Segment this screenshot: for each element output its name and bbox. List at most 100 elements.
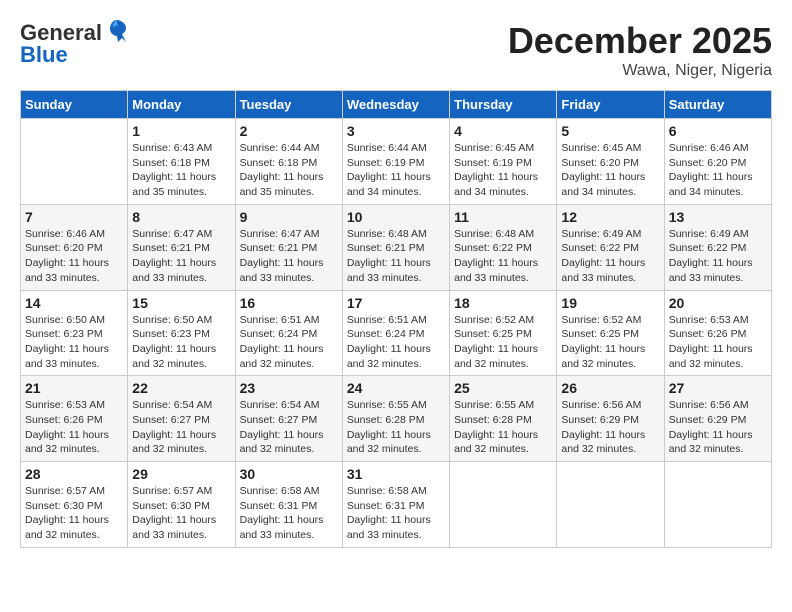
day-number: 21 <box>25 380 123 396</box>
day-sun-info: Sunrise: 6:48 AMSunset: 6:22 PMDaylight:… <box>454 227 552 286</box>
day-sun-info: Sunrise: 6:44 AMSunset: 6:19 PMDaylight:… <box>347 141 445 200</box>
day-sun-info: Sunrise: 6:51 AMSunset: 6:24 PMDaylight:… <box>347 313 445 372</box>
day-number: 14 <box>25 295 123 311</box>
day-number: 12 <box>561 209 659 225</box>
calendar-day-cell: 2 Sunrise: 6:44 AMSunset: 6:18 PMDaylight… <box>235 119 342 205</box>
calendar-week-row: 7 Sunrise: 6:46 AMSunset: 6:20 PMDaylight… <box>21 204 772 290</box>
day-sun-info: Sunrise: 6:54 AMSunset: 6:27 PMDaylight:… <box>240 398 338 457</box>
day-sun-info: Sunrise: 6:45 AMSunset: 6:19 PMDaylight:… <box>454 141 552 200</box>
day-sun-info: Sunrise: 6:49 AMSunset: 6:22 PMDaylight:… <box>669 227 767 286</box>
day-sun-info: Sunrise: 6:57 AMSunset: 6:30 PMDaylight:… <box>25 484 123 543</box>
calendar-day-cell: 30 Sunrise: 6:58 AMSunset: 6:31 PMDayligh… <box>235 462 342 548</box>
day-sun-info: Sunrise: 6:44 AMSunset: 6:18 PMDaylight:… <box>240 141 338 200</box>
month-year-title: December 2025 <box>508 20 772 62</box>
calendar-day-cell: 24Sunrise: 6:55 AMSunset: 6:28 PMDayligh… <box>342 376 449 462</box>
calendar-day-cell: 11Sunrise: 6:48 AMSunset: 6:22 PMDayligh… <box>450 204 557 290</box>
calendar-day-cell <box>450 462 557 548</box>
calendar-day-cell: 29Sunrise: 6:57 AMSunset: 6:30 PMDayligh… <box>128 462 235 548</box>
day-number: 25 <box>454 380 552 396</box>
calendar-day-cell: 23Sunrise: 6:54 AMSunset: 6:27 PMDayligh… <box>235 376 342 462</box>
calendar-day-cell: 3Sunrise: 6:44 AMSunset: 6:19 PMDaylight… <box>342 119 449 205</box>
calendar-day-cell: 28 Sunrise: 6:57 AMSunset: 6:30 PMDayligh… <box>21 462 128 548</box>
day-number: 22 <box>132 380 230 396</box>
calendar-day-cell: 19Sunrise: 6:52 AMSunset: 6:25 PMDayligh… <box>557 290 664 376</box>
logo-text: General Blue <box>20 20 130 68</box>
day-number: 28 <box>25 466 123 482</box>
day-number: 8 <box>132 209 230 225</box>
calendar-week-row: 1 Sunrise: 6:43 AMSunset: 6:18 PMDaylight… <box>21 119 772 205</box>
calendar-day-cell: 26 Sunrise: 6:56 AMSunset: 6:29 PMDayligh… <box>557 376 664 462</box>
day-sun-info: Sunrise: 6:55 AMSunset: 6:28 PMDaylight:… <box>454 398 552 457</box>
day-number: 7 <box>25 209 123 225</box>
calendar-day-cell: 4 Sunrise: 6:45 AMSunset: 6:19 PMDaylight… <box>450 119 557 205</box>
day-sun-info: Sunrise: 6:47 AMSunset: 6:21 PMDaylight:… <box>132 227 230 286</box>
location-subtitle: Wawa, Niger, Nigeria <box>508 62 772 80</box>
day-number: 1 <box>132 123 230 139</box>
calendar-day-cell: 27 Sunrise: 6:56 AMSunset: 6:29 PMDayligh… <box>664 376 771 462</box>
title-block: December 2025 Wawa, Niger, Nigeria <box>508 20 772 80</box>
calendar-day-cell: 7 Sunrise: 6:46 AMSunset: 6:20 PMDaylight… <box>21 204 128 290</box>
calendar-day-cell: 5 Sunrise: 6:45 AMSunset: 6:20 PMDaylight… <box>557 119 664 205</box>
day-sun-info: Sunrise: 6:56 AMSunset: 6:29 PMDaylight:… <box>561 398 659 457</box>
day-number: 15 <box>132 295 230 311</box>
calendar-day-cell: 15Sunrise: 6:50 AMSunset: 6:23 PMDayligh… <box>128 290 235 376</box>
header-sunday: Sunday <box>21 91 128 119</box>
calendar-day-cell: 25 Sunrise: 6:55 AMSunset: 6:28 PMDayligh… <box>450 376 557 462</box>
calendar-day-cell: 21 Sunrise: 6:53 AMSunset: 6:26 PMDayligh… <box>21 376 128 462</box>
header-saturday: Saturday <box>664 91 771 119</box>
header-thursday: Thursday <box>450 91 557 119</box>
day-number: 10 <box>347 209 445 225</box>
day-number: 30 <box>240 466 338 482</box>
day-number: 13 <box>669 209 767 225</box>
calendar-table: Sunday Monday Tuesday Wednesday Thursday… <box>20 90 772 548</box>
day-sun-info: Sunrise: 6:49 AMSunset: 6:22 PMDaylight:… <box>561 227 659 286</box>
calendar-day-cell: 17 Sunrise: 6:51 AMSunset: 6:24 PMDayligh… <box>342 290 449 376</box>
day-number: 31 <box>347 466 445 482</box>
header-monday: Monday <box>128 91 235 119</box>
calendar-day-cell: 18 Sunrise: 6:52 AMSunset: 6:25 PMDayligh… <box>450 290 557 376</box>
day-sun-info: Sunrise: 6:46 AMSunset: 6:20 PMDaylight:… <box>25 227 123 286</box>
day-sun-info: Sunrise: 6:46 AMSunset: 6:20 PMDaylight:… <box>669 141 767 200</box>
day-sun-info: Sunrise: 6:53 AMSunset: 6:26 PMDaylight:… <box>669 313 767 372</box>
day-number: 27 <box>669 380 767 396</box>
day-number: 5 <box>561 123 659 139</box>
day-number: 6 <box>669 123 767 139</box>
day-number: 2 <box>240 123 338 139</box>
page-header: General Blue December 2025 Wawa, Niger, … <box>20 20 772 80</box>
header-tuesday: Tuesday <box>235 91 342 119</box>
logo-bird-icon <box>104 18 130 44</box>
day-sun-info: Sunrise: 6:57 AMSunset: 6:30 PMDaylight:… <box>132 484 230 543</box>
header-wednesday: Wednesday <box>342 91 449 119</box>
calendar-day-cell: 10 Sunrise: 6:48 AMSunset: 6:21 PMDayligh… <box>342 204 449 290</box>
day-sun-info: Sunrise: 6:54 AMSunset: 6:27 PMDaylight:… <box>132 398 230 457</box>
calendar-day-cell: 13 Sunrise: 6:49 AMSunset: 6:22 PMDayligh… <box>664 204 771 290</box>
calendar-week-row: 28 Sunrise: 6:57 AMSunset: 6:30 PMDayligh… <box>21 462 772 548</box>
day-sun-info: Sunrise: 6:48 AMSunset: 6:21 PMDaylight:… <box>347 227 445 286</box>
header-friday: Friday <box>557 91 664 119</box>
day-number: 16 <box>240 295 338 311</box>
calendar-day-cell: 31 Sunrise: 6:58 AMSunset: 6:31 PMDayligh… <box>342 462 449 548</box>
day-number: 18 <box>454 295 552 311</box>
calendar-week-row: 21 Sunrise: 6:53 AMSunset: 6:26 PMDayligh… <box>21 376 772 462</box>
day-number: 17 <box>347 295 445 311</box>
day-number: 9 <box>240 209 338 225</box>
day-sun-info: Sunrise: 6:43 AMSunset: 6:18 PMDaylight:… <box>132 141 230 200</box>
day-sun-info: Sunrise: 6:58 AMSunset: 6:31 PMDaylight:… <box>347 484 445 543</box>
day-sun-info: Sunrise: 6:52 AMSunset: 6:25 PMDaylight:… <box>454 313 552 372</box>
calendar-day-cell: 1 Sunrise: 6:43 AMSunset: 6:18 PMDaylight… <box>128 119 235 205</box>
header-row: Sunday Monday Tuesday Wednesday Thursday… <box>21 91 772 119</box>
day-sun-info: Sunrise: 6:45 AMSunset: 6:20 PMDaylight:… <box>561 141 659 200</box>
day-sun-info: Sunrise: 6:51 AMSunset: 6:24 PMDaylight:… <box>240 313 338 372</box>
calendar-body: 1 Sunrise: 6:43 AMSunset: 6:18 PMDaylight… <box>21 119 772 548</box>
day-sun-info: Sunrise: 6:55 AMSunset: 6:28 PMDaylight:… <box>347 398 445 457</box>
day-number: 4 <box>454 123 552 139</box>
day-sun-info: Sunrise: 6:56 AMSunset: 6:29 PMDaylight:… <box>669 398 767 457</box>
day-sun-info: Sunrise: 6:53 AMSunset: 6:26 PMDaylight:… <box>25 398 123 457</box>
calendar-day-cell: 22 Sunrise: 6:54 AMSunset: 6:27 PMDayligh… <box>128 376 235 462</box>
calendar-day-cell: 14 Sunrise: 6:50 AMSunset: 6:23 PMDayligh… <box>21 290 128 376</box>
logo: General Blue <box>20 20 130 68</box>
day-sun-info: Sunrise: 6:47 AMSunset: 6:21 PMDaylight:… <box>240 227 338 286</box>
day-sun-info: Sunrise: 6:58 AMSunset: 6:31 PMDaylight:… <box>240 484 338 543</box>
day-number: 26 <box>561 380 659 396</box>
day-sun-info: Sunrise: 6:50 AMSunset: 6:23 PMDaylight:… <box>25 313 123 372</box>
